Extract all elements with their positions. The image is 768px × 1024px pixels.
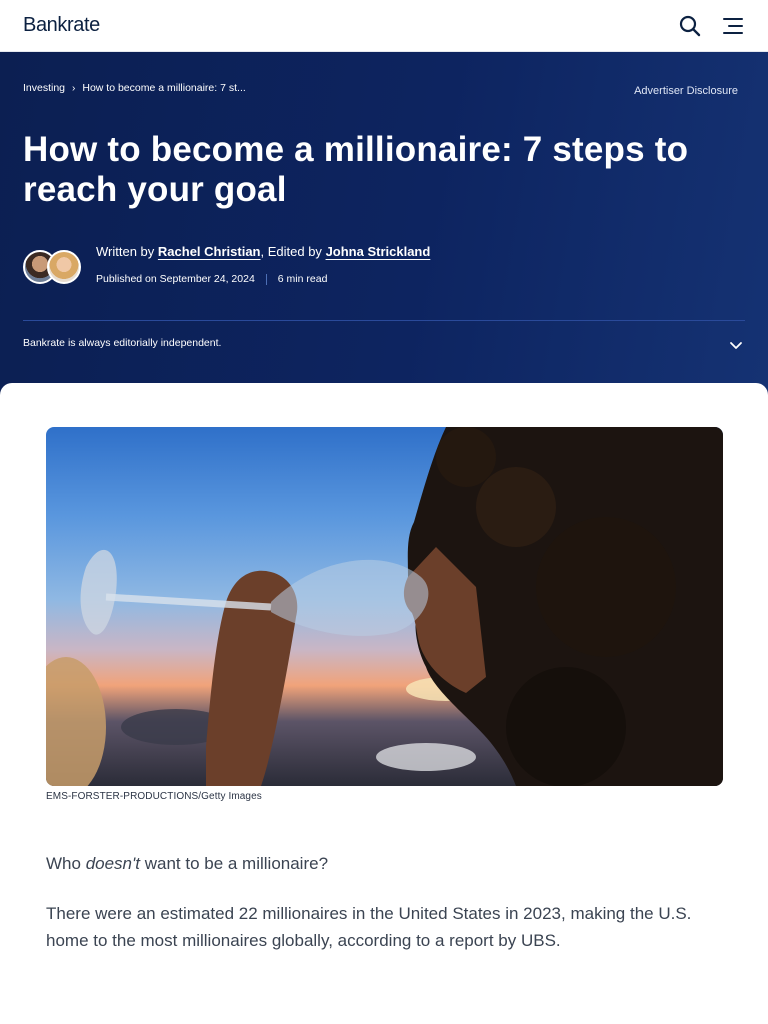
editor-avatar[interactable] [47, 250, 81, 284]
hamburger-menu-icon[interactable] [720, 14, 744, 38]
breadcrumb: Investing › How to become a millionaire:… [23, 82, 246, 94]
breadcrumb-separator-icon: › [72, 82, 76, 94]
author-avatars [23, 250, 83, 284]
body-paragraph: There were an estimated 22 millionaires … [46, 904, 692, 950]
article-hero: Investing › How to become a millionaire:… [0, 52, 768, 397]
intro-paragraph: Who doesn't want to be a millionaire? [46, 850, 726, 877]
bankrate-logo[interactable]: Bankrate [23, 14, 100, 37]
image-caption: EMS-FORSTER-PRODUCTIONS/Getty Images [46, 791, 262, 802]
edited-by-label: , Edited by [260, 244, 322, 259]
byline-credits: Written by Rachel Christian, Edited by J… [96, 244, 430, 259]
breadcrumb-investing[interactable]: Investing [23, 82, 65, 94]
editor-link[interactable]: Johna Strickland [326, 244, 431, 259]
published-date: Published on September 24, 2024 [96, 273, 255, 285]
byline: Written by Rachel Christian, Edited by J… [23, 244, 723, 294]
intro-text-emphasis: doesn't [85, 854, 140, 873]
meta-divider [265, 273, 267, 285]
search-icon[interactable] [678, 14, 702, 38]
article-hero-image [46, 427, 723, 786]
editorial-independence-note[interactable]: Bankrate is always editorially independe… [23, 337, 221, 349]
hero-divider [23, 320, 745, 321]
written-by-label: Written by [96, 244, 155, 259]
page-title: How to become a millionaire: 7 steps to … [23, 130, 689, 209]
advertiser-disclosure-link[interactable]: Advertiser Disclosure [634, 85, 738, 97]
author-link[interactable]: Rachel Christian [158, 244, 261, 259]
intro-text-end: want to be a millionaire? [139, 854, 329, 873]
chevron-down-icon[interactable] [728, 337, 744, 353]
top-nav: Bankrate [0, 0, 768, 52]
article-meta: Published on September 24, 2024 6 min re… [96, 273, 327, 285]
breadcrumb-current[interactable]: How to become a millionaire: 7 st... [82, 82, 245, 94]
read-time: 6 min read [277, 273, 328, 285]
article-body: EMS-FORSTER-PRODUCTIONS/Getty Images Who… [0, 383, 768, 1024]
intro-text-start: Who [46, 854, 86, 873]
